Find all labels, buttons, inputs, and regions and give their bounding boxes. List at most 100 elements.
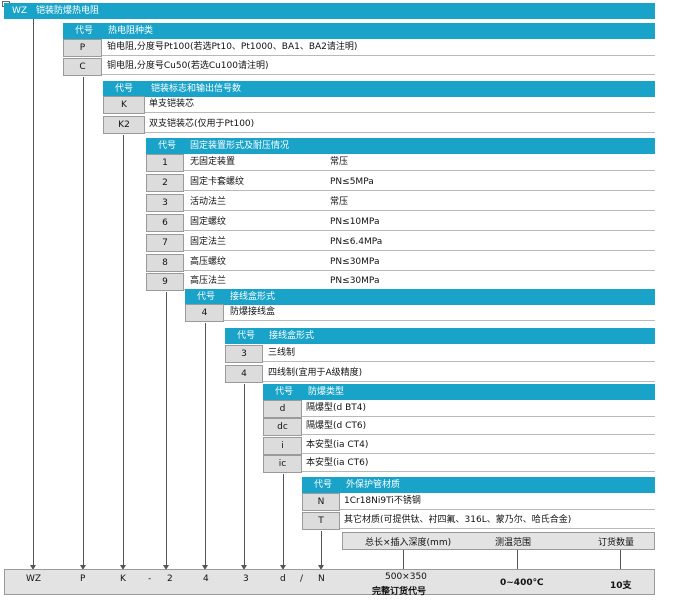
option-description: 四线制(宜用于A级精度) [268,368,363,378]
section-header: 代号 接线盒形式 [185,289,655,305]
option-description: 本安型(ia CT6) [306,458,369,468]
example-code: P [80,574,86,584]
option-description: 固定螺纹 [190,217,227,227]
option-code: K [103,96,145,114]
example-range: 0~400℃ [500,578,544,588]
option-code: P [63,39,102,57]
option-description: 本安型(ia CT4) [306,440,369,450]
section-header: 代号 防爆类型 [263,384,655,400]
series-code: WZ [12,6,28,16]
option-description: 固定法兰 [190,237,227,247]
option-pressure: PN≤30MPa [330,257,380,267]
header-title: 接线盒形式 [230,292,276,302]
leader-line [166,292,167,566]
row-divider [145,112,655,113]
leader-line [244,384,245,566]
example-length: 500×350 [385,572,427,582]
option-description: 隔爆型(d BT4) [306,403,366,413]
option-description: 固定卡套螺纹 [190,177,245,187]
header-code-label: 代号 [275,387,294,397]
example-bar [4,569,655,595]
option-code: 8 [146,254,184,272]
header-code-label: 代号 [237,331,256,341]
header-title: 固定装置形式及耐压情况 [190,141,290,151]
option-pressure: PN≤10MPa [330,217,380,227]
header-title: 防爆类型 [308,387,345,397]
header-code-label: 代号 [75,26,94,36]
option-code: K2 [103,116,145,134]
row-divider [184,230,655,231]
section-header: 代号 固定装置形式及耐压情况 [146,138,655,154]
row-divider [145,132,655,133]
example-code: / [300,574,304,584]
header-code-label: 代号 [115,84,134,94]
leader-line [123,135,124,566]
range-header: 测温范围 [495,538,532,548]
option-pressure: PN≤6.4MPa [330,237,383,247]
option-pressure: PN≤5MPa [330,177,374,187]
header-code-label: 代号 [314,480,333,490]
length-header: 总长×插入深度(mm) [365,538,452,548]
option-description: 其它材质(可提供钛、衬四氟、316L、蒙乃尔、哈氏合金) [344,515,572,525]
row-divider [224,320,655,321]
leader-line [205,323,206,566]
option-code: d [263,400,302,418]
header-title: 外保护管材质 [346,480,401,490]
example-qty: 10支 [610,581,632,591]
option-code: 2 [146,174,184,192]
option-code: N [302,493,340,511]
section-header: 代号 铠装标志和输出信号数 [103,81,655,97]
option-description: 铂电阻,分度号Pt100(若选Pt10、Pt1000、BA1、BA2请注明) [107,42,358,52]
option-code: 6 [146,214,184,232]
leader-line [33,19,34,566]
row-divider [184,270,655,271]
row-divider [184,190,655,191]
option-code: ic [263,455,302,473]
title-bar: WZ 铠装防爆热电阻 [4,3,655,19]
option-description: 双支铠装芯(仅用于Pt100) [149,119,255,129]
qty-leader [620,550,621,570]
option-description: 隔爆型(d CT6) [306,421,367,431]
row-divider [340,509,655,510]
option-description: 高压螺纹 [190,257,227,267]
option-code: 1 [146,154,184,172]
row-divider [302,471,655,472]
option-description: 单支铠装芯 [149,99,195,109]
row-divider [184,170,655,171]
row-divider [263,381,655,382]
example-code: 2 [167,574,173,584]
example-code: WZ [26,574,42,584]
section-header: 代号 接线盒形式 [225,328,655,344]
option-pressure: 常压 [330,197,349,207]
option-description: 1Cr18Ni9Ti不锈钢 [344,496,421,506]
option-description: 铜电阻,分度号Cu50(若选Cu100请注明) [107,61,269,71]
example-code: N [318,574,325,584]
section-header: 代号 热电阻种类 [63,23,655,39]
option-code: C [63,58,102,76]
option-code: dc [263,418,302,436]
row-divider [102,55,655,56]
length-leader [403,550,404,570]
option-code: 3 [225,345,263,363]
header-title: 热电阻种类 [108,26,154,36]
option-description: 三线制 [268,348,296,358]
option-pressure: PN≤30MPa [330,276,380,286]
header-title: 铠装标志和输出信号数 [151,84,242,94]
example-code: - [148,574,152,584]
option-pressure: 常压 [330,157,349,167]
option-description: 防爆接线盒 [230,307,276,317]
example-code: d [280,574,286,584]
example-code: 3 [243,574,249,584]
row-divider [184,210,655,211]
row-divider [302,453,655,454]
section-header: 代号 外保护管材质 [302,477,655,493]
row-divider [184,250,655,251]
option-description: 高压法兰 [190,276,227,286]
header-title: 接线盒形式 [269,331,315,341]
option-code: 3 [146,194,184,212]
example-code: K [120,574,126,584]
example-code: 4 [203,574,209,584]
option-description: 活动法兰 [190,197,227,207]
option-code: 9 [146,273,184,291]
option-code: 4 [185,304,224,322]
